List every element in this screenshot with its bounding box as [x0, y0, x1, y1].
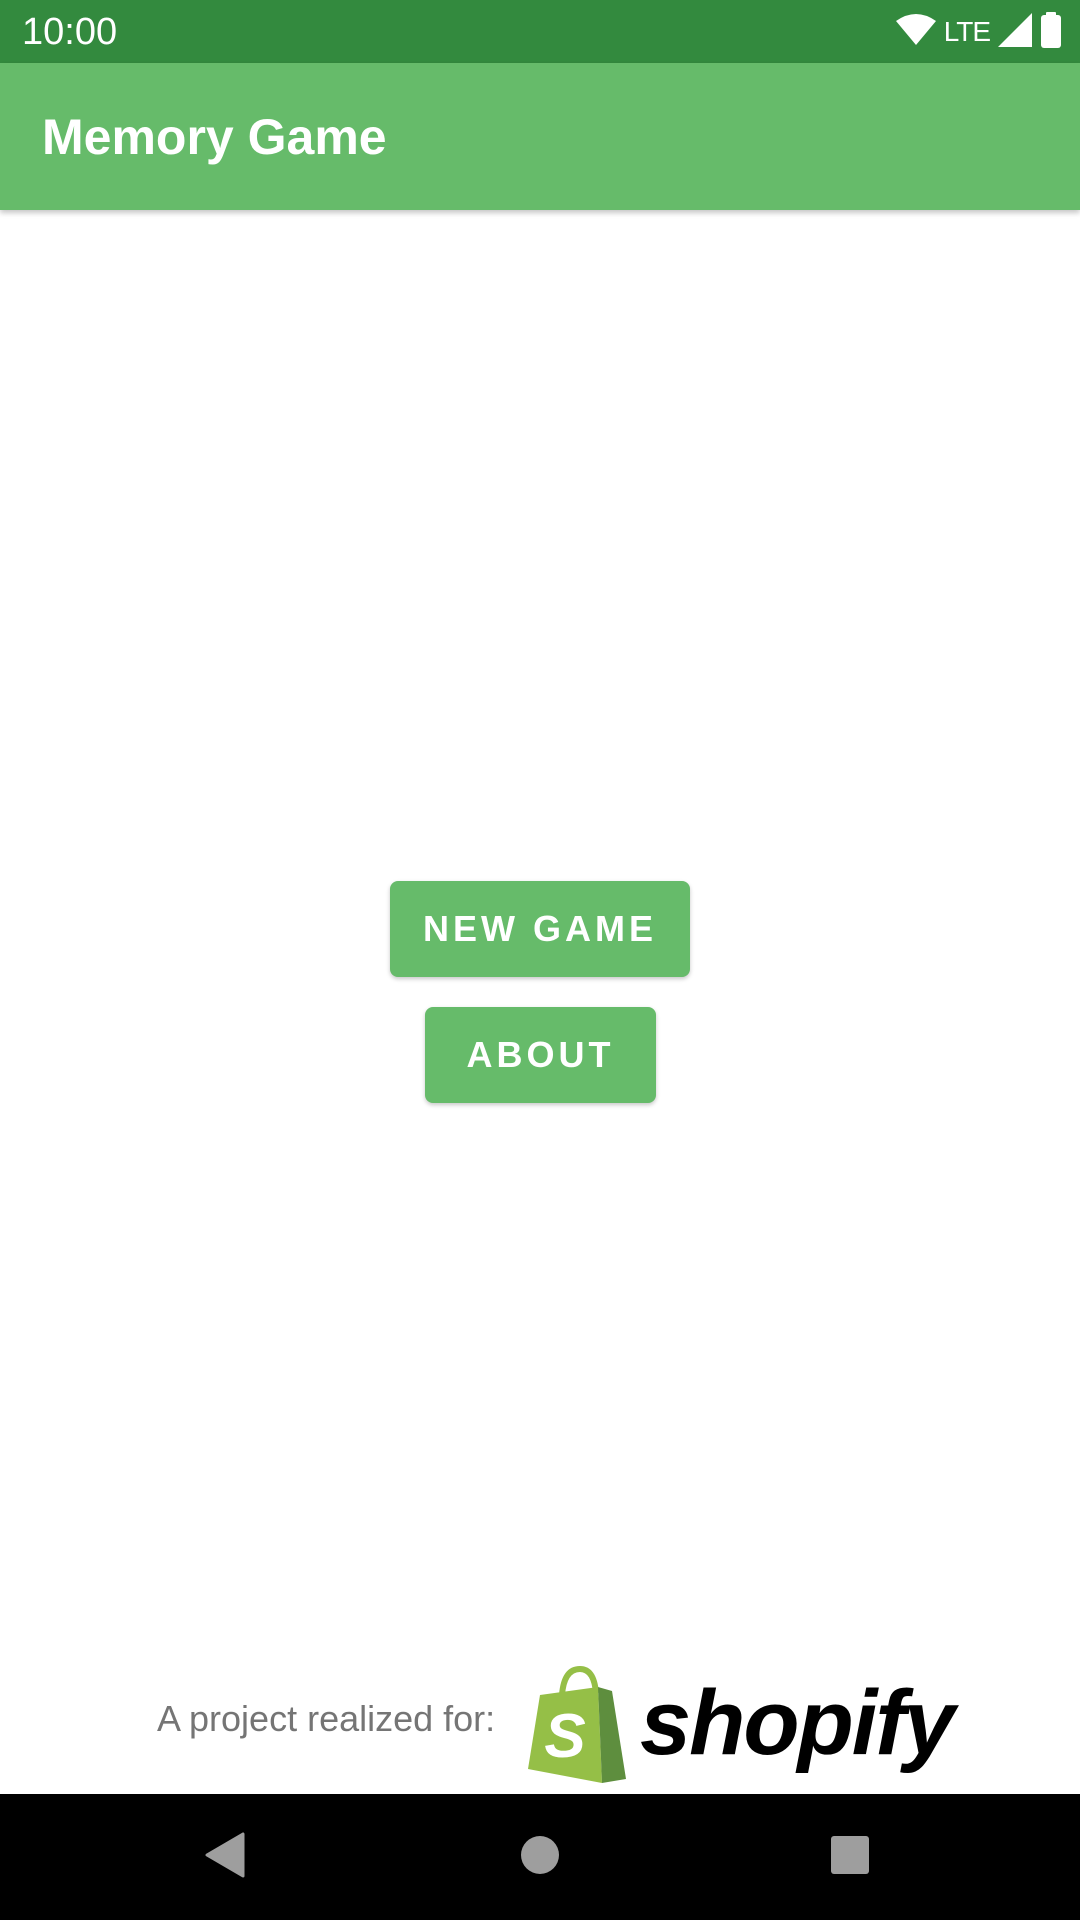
- cell-signal-icon: [998, 12, 1032, 52]
- status-icons: LTE: [895, 10, 1062, 54]
- credit-text: A project realized for:: [157, 1698, 496, 1739]
- recents-button[interactable]: [820, 1827, 880, 1887]
- back-button[interactable]: [195, 1827, 255, 1887]
- svg-text:S: S: [544, 1702, 585, 1771]
- new-game-button[interactable]: NEW GAME: [390, 881, 690, 977]
- status-bar: 10:00 LTE: [0, 0, 1080, 63]
- shopify-bag-icon: S: [528, 1665, 628, 1785]
- screen: 10:00 LTE Memory Game NEW GAME ABOUT A p…: [0, 0, 1080, 1920]
- battery-icon: [1040, 11, 1062, 53]
- back-icon: [205, 1832, 245, 1883]
- recents-icon: [830, 1835, 870, 1880]
- about-button[interactable]: ABOUT: [425, 1007, 656, 1103]
- home-button[interactable]: [510, 1827, 570, 1887]
- app-title: Memory Game: [42, 109, 387, 165]
- network-type: LTE: [943, 16, 991, 47]
- shopify-wordmark: shopify: [640, 1672, 955, 1774]
- home-icon: [520, 1835, 560, 1880]
- status-time: 10:00: [22, 11, 118, 53]
- wifi-icon: [895, 13, 936, 52]
- navigation-bar: [0, 1794, 1080, 1920]
- app-bar: Memory Game: [0, 63, 1080, 210]
- credit-footer: A project realized for: S shopify: [0, 1655, 1080, 1785]
